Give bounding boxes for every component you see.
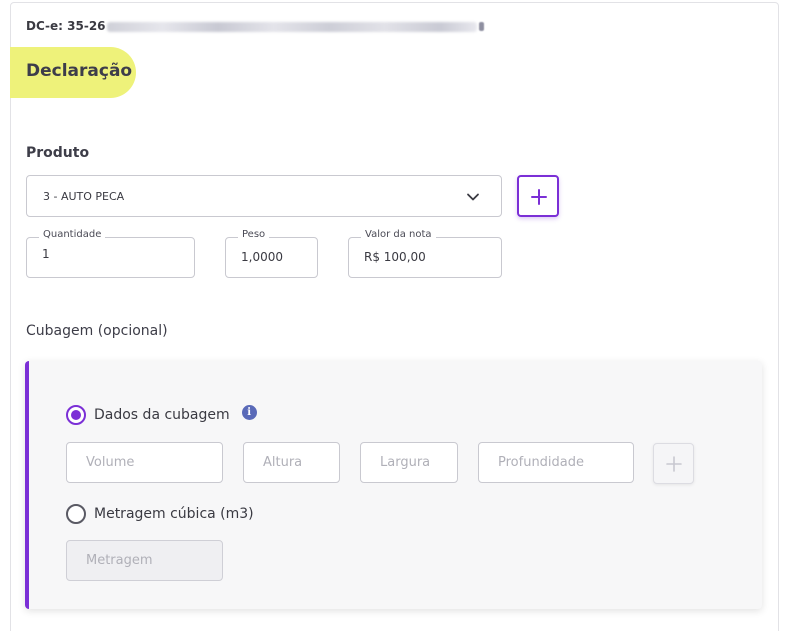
cubagem-label: Cubagem (opcional) bbox=[26, 323, 168, 339]
metragem-input[interactable]: Metragem bbox=[66, 540, 223, 581]
radio-dados-cubagem[interactable] bbox=[66, 405, 86, 425]
redacted-id bbox=[106, 21, 477, 32]
altura-input[interactable]: Altura bbox=[243, 442, 340, 483]
document-id: DC-e: 35-26 bbox=[26, 19, 484, 33]
quantidade-label: Quantidade bbox=[39, 229, 106, 240]
profundidade-input[interactable]: Profundidade bbox=[478, 442, 634, 483]
radio-metragem-label: Metragem cúbica (m3) bbox=[94, 506, 254, 522]
chevron-down-icon bbox=[465, 189, 481, 205]
volume-input[interactable]: Volume bbox=[66, 442, 223, 483]
quantidade-value: 1 bbox=[42, 247, 50, 261]
quantidade-field[interactable]: Quantidade 1 bbox=[26, 229, 195, 278]
produto-select-value: 3 - AUTO PECA bbox=[43, 190, 125, 203]
radio-metragem-row[interactable]: Metragem cúbica (m3) bbox=[66, 504, 254, 524]
valor-nota-value: R$ 100,00 bbox=[364, 250, 426, 264]
peso-value: 1,0000 bbox=[241, 250, 283, 264]
add-cubagem-button[interactable] bbox=[653, 443, 694, 484]
info-icon[interactable]: i bbox=[241, 404, 257, 420]
peso-label: Peso bbox=[238, 229, 270, 240]
radio-dados-cubagem-label: Dados da cubagem bbox=[94, 407, 230, 423]
add-product-button[interactable] bbox=[517, 175, 559, 217]
largura-input[interactable]: Largura bbox=[360, 442, 458, 483]
valor-nota-label: Valor da nota bbox=[361, 229, 436, 240]
peso-field[interactable]: Peso 1,0000 bbox=[225, 229, 318, 278]
valor-nota-field[interactable]: Valor da nota R$ 100,00 bbox=[348, 229, 502, 278]
page-title: Declaração bbox=[26, 61, 133, 81]
radio-dados-cubagem-row[interactable]: Dados da cubagem i bbox=[66, 404, 257, 425]
document-id-prefix: DC-e: 35-26 bbox=[26, 19, 106, 33]
redacted-id-end bbox=[478, 22, 484, 31]
radio-metragem[interactable] bbox=[66, 504, 86, 524]
produto-select[interactable]: 3 - AUTO PECA bbox=[26, 175, 502, 217]
produto-label: Produto bbox=[26, 145, 90, 161]
